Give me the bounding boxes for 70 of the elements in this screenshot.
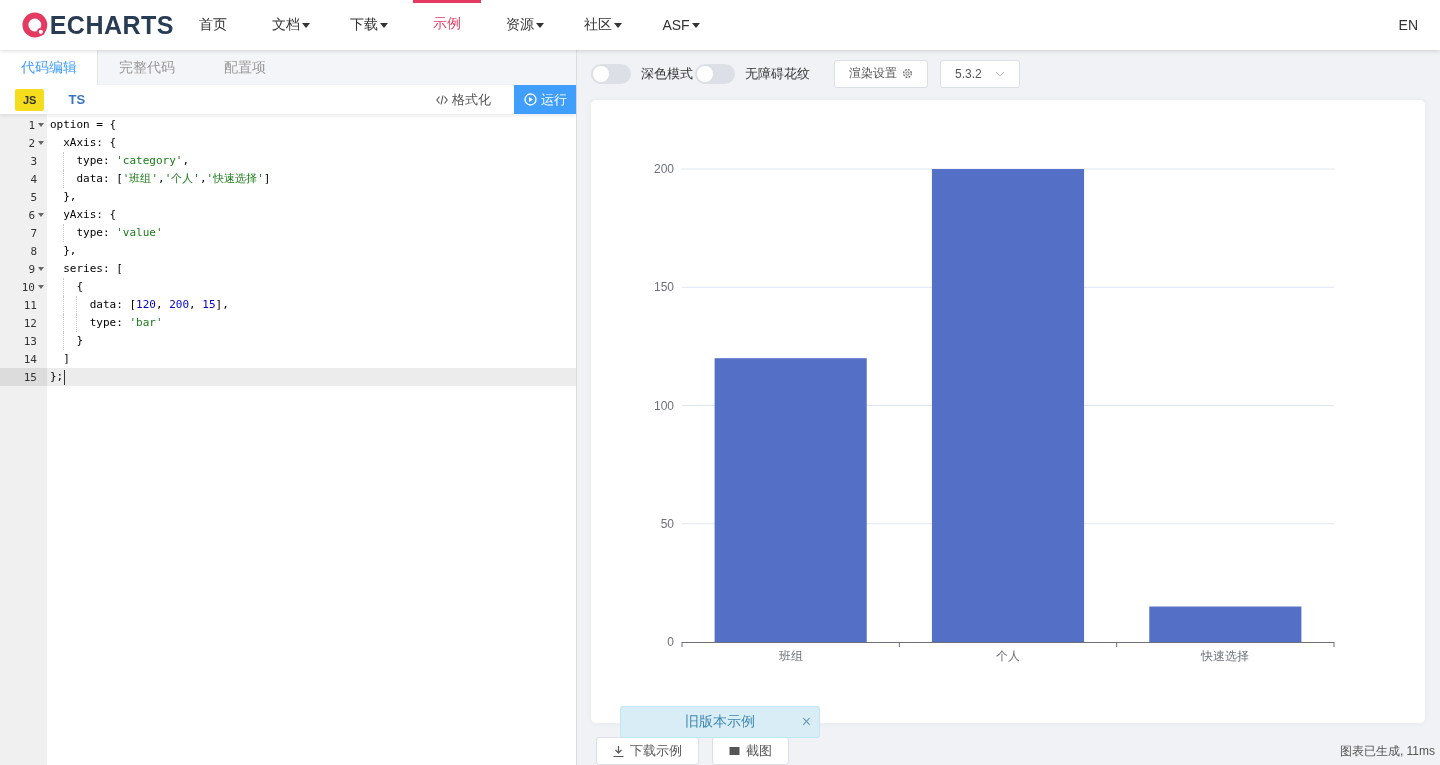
toast-text: 旧版本示例 [685, 713, 755, 731]
y-axis-label: 150 [653, 280, 674, 295]
x-axis-label: 班组 [778, 649, 803, 663]
language-tab[interactable]: TS [62, 89, 92, 110]
toggle-switch[interactable] [695, 63, 735, 84]
nav-link[interactable]: 首页 [174, 0, 252, 50]
code-line: ] [62, 351, 71, 367]
switch-label: 深色模式 [641, 64, 693, 83]
fold-icon[interactable] [38, 267, 44, 271]
line-number: 12 [23, 316, 37, 330]
line-number: 7 [30, 226, 37, 240]
y-axis-label: 50 [660, 516, 674, 531]
code-line: }, [62, 243, 78, 259]
image-icon [729, 747, 740, 755]
screenshot-button[interactable]: 截图 [712, 737, 789, 765]
code-line: data: [120, 200, 15], [47, 296, 576, 314]
code-icon [436, 94, 448, 105]
download-button[interactable]: 下载示例 [596, 737, 699, 765]
y-axis-label: 200 [653, 162, 674, 176]
download-icon [613, 745, 624, 757]
line-number: 3 [30, 154, 37, 168]
play-icon [523, 93, 537, 106]
format-button[interactable]: 格式化 [413, 85, 514, 114]
code-line: option = { [49, 117, 118, 133]
line-number: 6 [28, 208, 35, 222]
line-number: 13 [23, 334, 37, 348]
nav-link[interactable]: 文档 [252, 0, 330, 50]
render-settings-button[interactable]: 渲染设置 [834, 59, 928, 88]
y-axis-label: 0 [667, 635, 674, 649]
code-line: xAxis: { [62, 135, 118, 151]
nav-link[interactable]: ASF [642, 0, 720, 50]
y-axis-label: 100 [653, 398, 674, 413]
language-tab[interactable]: JS [15, 88, 45, 111]
chevron-down-icon [995, 70, 1005, 77]
fold-icon[interactable] [38, 141, 44, 145]
x-axis-label: 个人 [996, 649, 1020, 663]
line-number: 8 [30, 244, 37, 258]
code-line: type: 'value' [47, 224, 576, 242]
switch-label: 无障碍花纹 [745, 64, 810, 83]
nav-link[interactable]: 资源 [486, 0, 564, 50]
x-axis-label: 快速选择 [1201, 649, 1250, 663]
line-number: 2 [28, 136, 35, 150]
fold-icon[interactable] [38, 213, 44, 217]
line-number: 10 [21, 280, 35, 294]
line-number: 4 [30, 172, 37, 186]
line-number: 5 [30, 190, 37, 204]
nav-link[interactable]: 社区 [564, 0, 642, 50]
line-number: 9 [28, 262, 35, 276]
line-number: 15 [23, 370, 37, 384]
gear-icon [902, 68, 913, 79]
logo-icon [22, 10, 48, 40]
code-line: type: 'bar' [47, 314, 576, 332]
status-text: 图表已生成, 11ms [1339, 742, 1435, 760]
fold-icon[interactable] [38, 285, 44, 289]
nav-link[interactable]: 下载 [330, 0, 408, 50]
logo-text: ECHARTS [49, 10, 174, 40]
version-select[interactable]: 5.3.2 [940, 59, 1020, 88]
fold-icon[interactable] [38, 123, 44, 127]
line-number: 11 [23, 298, 37, 312]
code-line: yAxis: { [62, 207, 118, 223]
toggle-switch[interactable] [591, 63, 631, 84]
line-number: 1 [28, 118, 35, 132]
line-number: 14 [23, 352, 37, 366]
code-line: }, [62, 189, 78, 205]
code-line: type: 'category', [47, 152, 576, 170]
code-line: } [47, 332, 576, 350]
code-line: series: [ [62, 261, 124, 277]
code-line: data: ['班组','个人','快速选择'] [47, 170, 576, 188]
code-line: { [47, 278, 576, 296]
language-link[interactable]: EN [1398, 17, 1418, 33]
